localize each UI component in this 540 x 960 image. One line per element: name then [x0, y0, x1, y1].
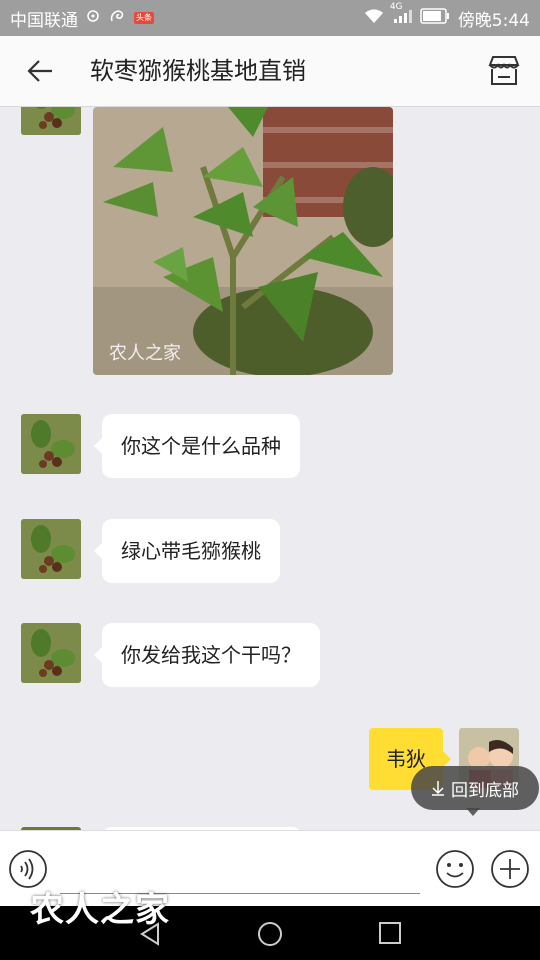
- network-type-label: 4G: [389, 1, 403, 12]
- circle-home-icon: [258, 922, 282, 946]
- wifi-icon: [364, 8, 384, 29]
- nav-home-button[interactable]: [257, 921, 283, 951]
- status-left: 中国联通 头条: [10, 0, 154, 36]
- contact-avatar[interactable]: [21, 107, 81, 135]
- squirrel-app-icon: [108, 7, 126, 30]
- carrier-label: 中国联通: [10, 10, 78, 31]
- message-bubble[interactable]: 你发给我这个干吗？: [94, 623, 320, 687]
- photo-watermark: 农人之家: [109, 343, 181, 364]
- emoji-button[interactable]: [435, 849, 475, 889]
- sync-icon: [86, 8, 100, 28]
- battery-icon: [420, 7, 450, 29]
- plus-icon: [491, 850, 529, 888]
- back-to-bottom-button[interactable]: 回到底部: [411, 766, 539, 810]
- more-button[interactable]: [490, 849, 530, 889]
- chat-title: 软枣猕猴桃基地直销: [90, 57, 306, 85]
- chat-area[interactable]: 农人之家 你这个是什么品种 绿心带毛猕猴桃 你发给我这个干吗？ 韦狄 回到底部: [0, 107, 540, 830]
- smiley-icon: [436, 850, 474, 888]
- arrow-down-icon: [432, 781, 444, 796]
- cell-signal-icon: 4G: [390, 2, 412, 29]
- store-button[interactable]: [484, 52, 524, 90]
- clock: 傍晚5:44: [457, 10, 530, 31]
- bottom-watermark: 农人之家: [30, 890, 170, 930]
- back-to-bottom-label: 回到底部: [451, 780, 519, 801]
- nav-recents-button[interactable]: [378, 921, 402, 949]
- status-right: 4G 傍晚5:44: [364, 0, 530, 36]
- message-bubble[interactable]: 绿心带毛猕猴桃: [94, 519, 280, 583]
- news-app-badge: 头条: [134, 12, 154, 24]
- status-bar: 中国联通 头条 4G 傍晚5:44: [0, 0, 540, 36]
- arrow-left-icon: [27, 60, 52, 82]
- photo-message[interactable]: 农人之家: [93, 107, 393, 375]
- contact-avatar[interactable]: [21, 623, 81, 683]
- square-recents-icon: [379, 922, 401, 944]
- contact-avatar[interactable]: [21, 519, 81, 579]
- contact-avatar[interactable]: [21, 414, 81, 474]
- back-to-bottom-pointer: [466, 808, 480, 816]
- message-bubble[interactable]: 你这个是什么品种: [94, 414, 300, 478]
- store-icon: [488, 56, 520, 85]
- back-button[interactable]: [20, 54, 60, 88]
- chat-header: 软枣猕猴桃基地直销: [0, 36, 540, 107]
- kiwi-seedling-photo: [93, 107, 393, 375]
